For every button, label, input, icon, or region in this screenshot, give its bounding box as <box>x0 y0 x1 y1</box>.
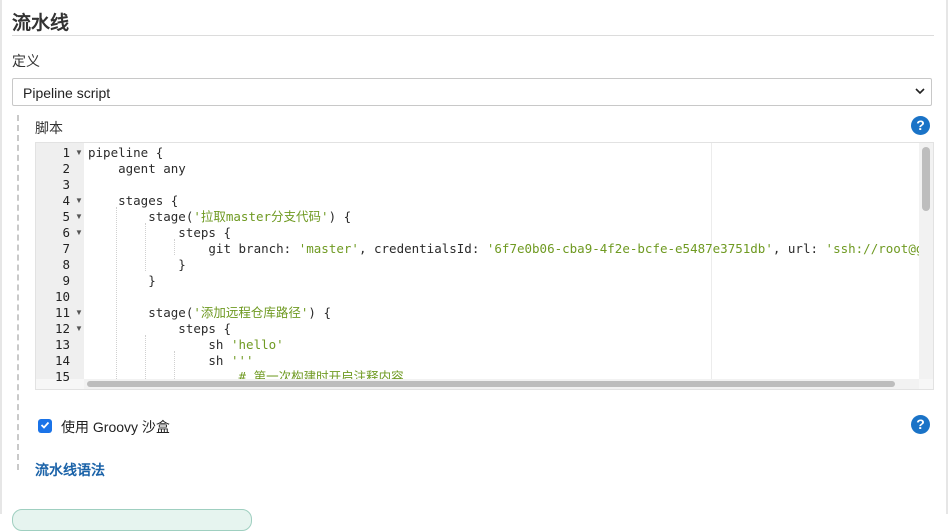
sandbox-help-icon[interactable]: ? <box>911 415 930 434</box>
code-area[interactable]: pipeline { agent any stages { stage('拉取m… <box>84 143 919 379</box>
code-text: , credentialsId: <box>358 241 487 256</box>
code-line[interactable]: pipeline { <box>88 145 163 161</box>
section-title: 流水线 <box>12 13 70 34</box>
line-number: 10 <box>54 289 70 304</box>
code-string: ''' <box>231 353 254 368</box>
definition-selected-value: Pipeline script <box>23 85 111 101</box>
fold-toggle-icon[interactable]: ▼ <box>75 193 83 209</box>
code-text: stage( <box>88 209 194 224</box>
code-line[interactable]: } <box>88 273 156 289</box>
horizontal-scrollbar[interactable] <box>84 379 919 389</box>
definition-label: 定义 <box>12 53 40 69</box>
line-number: 14 <box>54 353 70 368</box>
code-text: ) { <box>328 209 352 224</box>
fold-toggle-icon[interactable]: ▼ <box>75 145 83 161</box>
code-string: 'hello' <box>231 337 284 352</box>
code-line[interactable]: stage('拉取master分支代码') { <box>88 209 351 225</box>
code-line[interactable]: sh ''' <box>88 353 254 369</box>
bottom-button[interactable] <box>12 509 252 531</box>
vertical-scrollbar[interactable] <box>919 143 933 379</box>
code-text: steps { <box>88 225 231 240</box>
code-string: 'ssh://root@git.yu <box>825 241 919 256</box>
line-number-gutter: 1 ▼ 2 3 4 ▼ 5 ▼ 6 ▼ 7 8 9 10 11 ▼ 12 ▼ 13 14 15 <box>36 143 84 384</box>
code-line[interactable]: steps { <box>88 225 231 241</box>
code-line[interactable]: # 第一次构建时开启注释内容 <box>88 369 404 379</box>
fold-toggle-icon[interactable]: ▼ <box>75 209 83 225</box>
fold-toggle-icon[interactable]: ▼ <box>75 305 83 321</box>
line-number: 9 <box>62 273 70 288</box>
groovy-sandbox-checkbox[interactable] <box>38 419 52 433</box>
print-margin <box>711 143 712 379</box>
nested-indent-guide <box>17 115 19 470</box>
check-icon <box>40 421 50 429</box>
code-text: , url: <box>772 241 826 256</box>
line-number: 7 <box>62 241 70 256</box>
line-number: 8 <box>62 257 70 272</box>
code-text: sh <box>88 337 231 352</box>
chevron-down-icon <box>915 88 925 95</box>
code-string: '拉取master分支代码' <box>193 209 329 224</box>
code-line[interactable]: } <box>88 257 186 273</box>
left-border <box>0 0 2 514</box>
code-text: sh <box>88 353 231 368</box>
line-number: 6 <box>62 225 70 240</box>
fold-toggle-icon[interactable]: ▼ <box>75 321 83 337</box>
code-line[interactable]: sh 'hello' <box>88 337 284 353</box>
right-border <box>946 0 948 514</box>
line-number: 12 <box>54 321 70 336</box>
code-text: ) { <box>308 305 331 320</box>
script-label: 脚本 <box>35 120 63 136</box>
fold-toggle-icon[interactable]: ▼ <box>75 225 83 241</box>
line-number: 1 <box>62 145 70 160</box>
code-string: '6f7e0b06-cba9-4f2e-bcfe-e5487e3751db' <box>486 241 773 256</box>
line-number: 5 <box>62 209 70 224</box>
code-text: pipeline { <box>88 145 164 160</box>
code-string: '添加远程仓库路径' <box>193 305 309 320</box>
groovy-sandbox-label[interactable]: 使用 Groovy 沙盒 <box>61 417 170 437</box>
line-number: 15 <box>54 369 70 384</box>
vertical-scroll-thumb[interactable] <box>922 147 930 211</box>
code-text: steps { <box>88 321 231 336</box>
line-number: 2 <box>62 161 70 176</box>
code-line[interactable]: stages { <box>88 193 178 209</box>
code-text: stage( <box>88 305 194 320</box>
code-line[interactable]: agent any <box>88 161 186 177</box>
code-text: stages { <box>88 193 179 208</box>
definition-select[interactable]: Pipeline script <box>12 78 932 106</box>
line-number: 13 <box>54 337 70 352</box>
line-number: 3 <box>62 177 70 192</box>
line-number: 11 <box>54 305 70 320</box>
code-line[interactable]: steps { <box>88 321 231 337</box>
code-comment: # 第一次构建时开启注释内容 <box>88 369 404 379</box>
script-help-icon[interactable]: ? <box>911 116 930 135</box>
line-number: 4 <box>62 193 70 208</box>
pipeline-syntax-link[interactable]: 流水线语法 <box>35 460 105 480</box>
code-text: } <box>88 257 186 272</box>
code-text: agent any <box>88 161 186 176</box>
code-text: } <box>88 273 156 288</box>
code-string: 'master' <box>298 241 359 256</box>
script-editor[interactable]: 1 ▼ 2 3 4 ▼ 5 ▼ 6 ▼ 7 8 9 10 11 ▼ 12 ▼ 13 14 15 pipeline { a… <box>35 142 934 390</box>
title-divider <box>12 35 934 36</box>
code-text: git branch: <box>88 241 299 256</box>
horizontal-scroll-thumb[interactable] <box>87 381 895 387</box>
code-line[interactable]: git branch: 'master', credentialsId: '6f… <box>88 241 919 257</box>
code-line[interactable]: stage('添加远程仓库路径') { <box>88 305 331 321</box>
